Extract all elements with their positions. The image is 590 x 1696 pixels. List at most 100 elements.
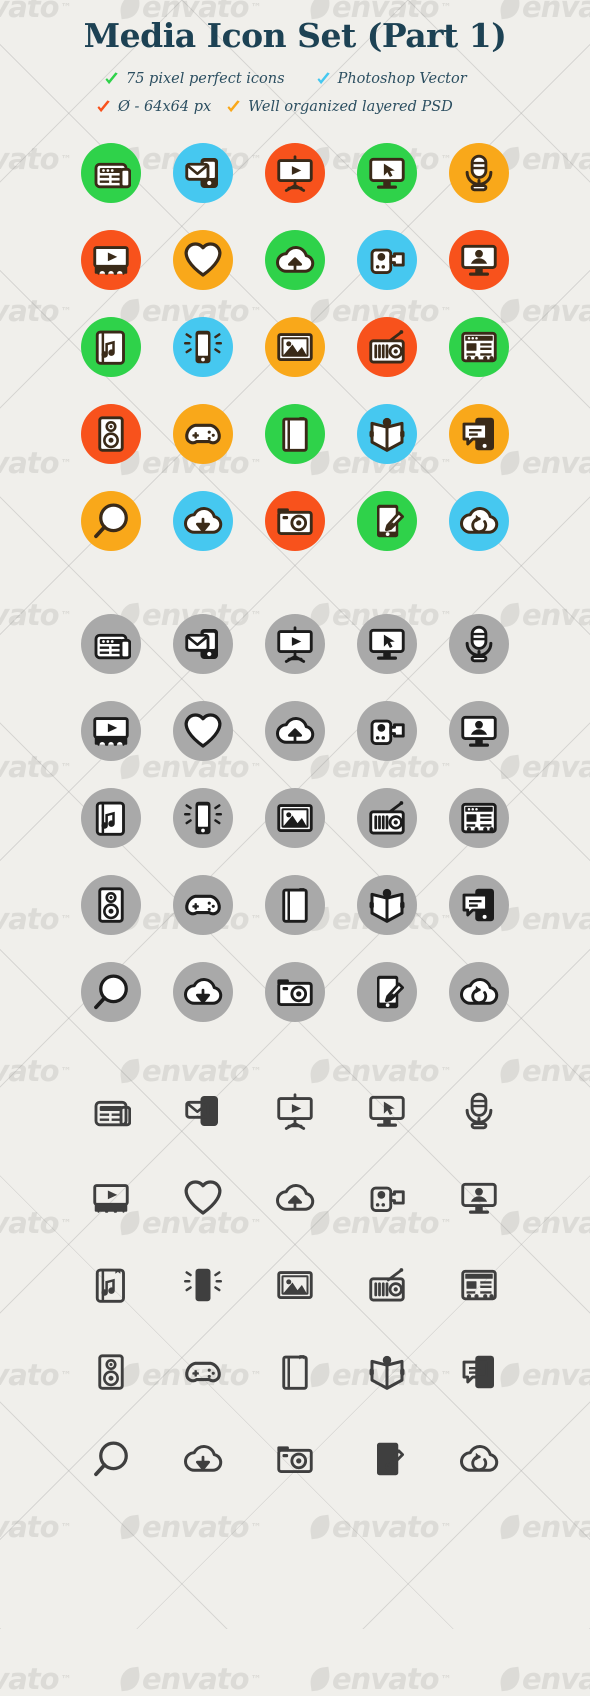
icon-cell[interactable]: [258, 962, 332, 1022]
icon-glyph-wrapper[interactable]: [265, 1429, 325, 1489]
icon-glyph-wrapper[interactable]: [449, 1081, 509, 1141]
icon-disc[interactable]: [173, 491, 233, 551]
icon-cell[interactable]: [442, 788, 516, 848]
icon-cell[interactable]: [74, 875, 148, 935]
icon-disc[interactable]: [173, 701, 233, 761]
icon-glyph-wrapper[interactable]: [265, 1255, 325, 1315]
icon-cell[interactable]: [350, 491, 424, 551]
icon-cell[interactable]: [442, 1342, 516, 1402]
icon-cell[interactable]: [442, 1255, 516, 1315]
icon-glyph-wrapper[interactable]: [449, 1342, 509, 1402]
icon-disc[interactable]: [449, 230, 509, 290]
icon-disc[interactable]: [357, 701, 417, 761]
icon-cell[interactable]: [258, 1342, 332, 1402]
icon-cell[interactable]: [350, 788, 424, 848]
icon-disc[interactable]: [265, 788, 325, 848]
icon-cell[interactable]: [350, 1168, 424, 1228]
icon-cell[interactable]: [258, 1429, 332, 1489]
icon-cell[interactable]: [350, 962, 424, 1022]
icon-disc[interactable]: [81, 404, 141, 464]
icon-cell[interactable]: [258, 875, 332, 935]
icon-cell[interactable]: [350, 1429, 424, 1489]
icon-cell[interactable]: [166, 962, 240, 1022]
icon-cell[interactable]: [74, 491, 148, 551]
icon-glyph-wrapper[interactable]: [357, 1081, 417, 1141]
icon-cell[interactable]: [350, 1081, 424, 1141]
icon-glyph-wrapper[interactable]: [357, 1255, 417, 1315]
icon-disc[interactable]: [173, 404, 233, 464]
icon-disc[interactable]: [173, 875, 233, 935]
icon-disc[interactable]: [265, 701, 325, 761]
icon-glyph-wrapper[interactable]: [265, 1168, 325, 1228]
icon-glyph-wrapper[interactable]: [81, 1168, 141, 1228]
icon-disc[interactable]: [449, 614, 509, 674]
icon-disc[interactable]: [449, 701, 509, 761]
icon-disc[interactable]: [357, 317, 417, 377]
icon-cell[interactable]: [258, 788, 332, 848]
icon-disc[interactable]: [357, 788, 417, 848]
icon-cell[interactable]: [350, 1255, 424, 1315]
icon-cell[interactable]: [74, 143, 148, 203]
icon-disc[interactable]: [265, 875, 325, 935]
icon-cell[interactable]: [74, 1081, 148, 1141]
icon-cell[interactable]: [258, 1168, 332, 1228]
icon-glyph-wrapper[interactable]: [81, 1081, 141, 1141]
icon-disc[interactable]: [265, 491, 325, 551]
icon-disc[interactable]: [81, 875, 141, 935]
icon-disc[interactable]: [449, 143, 509, 203]
icon-cell[interactable]: [442, 491, 516, 551]
icon-cell[interactable]: [74, 788, 148, 848]
icon-cell[interactable]: [166, 1429, 240, 1489]
icon-disc[interactable]: [265, 230, 325, 290]
icon-disc[interactable]: [449, 788, 509, 848]
icon-disc[interactable]: [81, 788, 141, 848]
icon-disc[interactable]: [357, 143, 417, 203]
icon-cell[interactable]: [258, 614, 332, 674]
icon-glyph-wrapper[interactable]: [449, 1255, 509, 1315]
icon-disc[interactable]: [449, 875, 509, 935]
icon-cell[interactable]: [166, 317, 240, 377]
icon-glyph-wrapper[interactable]: [81, 1429, 141, 1489]
icon-cell[interactable]: [166, 1081, 240, 1141]
icon-cell[interactable]: [258, 491, 332, 551]
icon-cell[interactable]: [166, 1255, 240, 1315]
icon-cell[interactable]: [258, 1081, 332, 1141]
icon-cell[interactable]: [74, 614, 148, 674]
icon-cell[interactable]: [350, 317, 424, 377]
icon-cell[interactable]: [74, 1255, 148, 1315]
icon-cell[interactable]: [258, 404, 332, 464]
icon-disc[interactable]: [81, 143, 141, 203]
icon-glyph-wrapper[interactable]: [173, 1429, 233, 1489]
icon-cell[interactable]: [74, 404, 148, 464]
icon-cell[interactable]: [442, 1168, 516, 1228]
icon-cell[interactable]: [166, 788, 240, 848]
icon-cell[interactable]: [442, 1429, 516, 1489]
icon-disc[interactable]: [173, 230, 233, 290]
icon-cell[interactable]: [258, 317, 332, 377]
icon-cell[interactable]: [166, 1168, 240, 1228]
icon-disc[interactable]: [449, 317, 509, 377]
icon-glyph-wrapper[interactable]: [357, 1168, 417, 1228]
icon-disc[interactable]: [81, 230, 141, 290]
icon-glyph-wrapper[interactable]: [173, 1255, 233, 1315]
icon-cell[interactable]: [442, 1081, 516, 1141]
icon-cell[interactable]: [350, 143, 424, 203]
icon-disc[interactable]: [265, 404, 325, 464]
icon-cell[interactable]: [350, 875, 424, 935]
icon-cell[interactable]: [258, 230, 332, 290]
icon-disc[interactable]: [81, 962, 141, 1022]
icon-glyph-wrapper[interactable]: [357, 1342, 417, 1402]
icon-glyph-wrapper[interactable]: [357, 1429, 417, 1489]
icon-cell[interactable]: [442, 143, 516, 203]
icon-glyph-wrapper[interactable]: [173, 1342, 233, 1402]
icon-cell[interactable]: [442, 701, 516, 761]
icon-cell[interactable]: [74, 701, 148, 761]
icon-disc[interactable]: [357, 875, 417, 935]
icon-cell[interactable]: [442, 404, 516, 464]
icon-disc[interactable]: [357, 230, 417, 290]
icon-cell[interactable]: [166, 701, 240, 761]
icon-cell[interactable]: [74, 1168, 148, 1228]
icon-disc[interactable]: [265, 962, 325, 1022]
icon-disc[interactable]: [449, 962, 509, 1022]
icon-cell[interactable]: [442, 230, 516, 290]
